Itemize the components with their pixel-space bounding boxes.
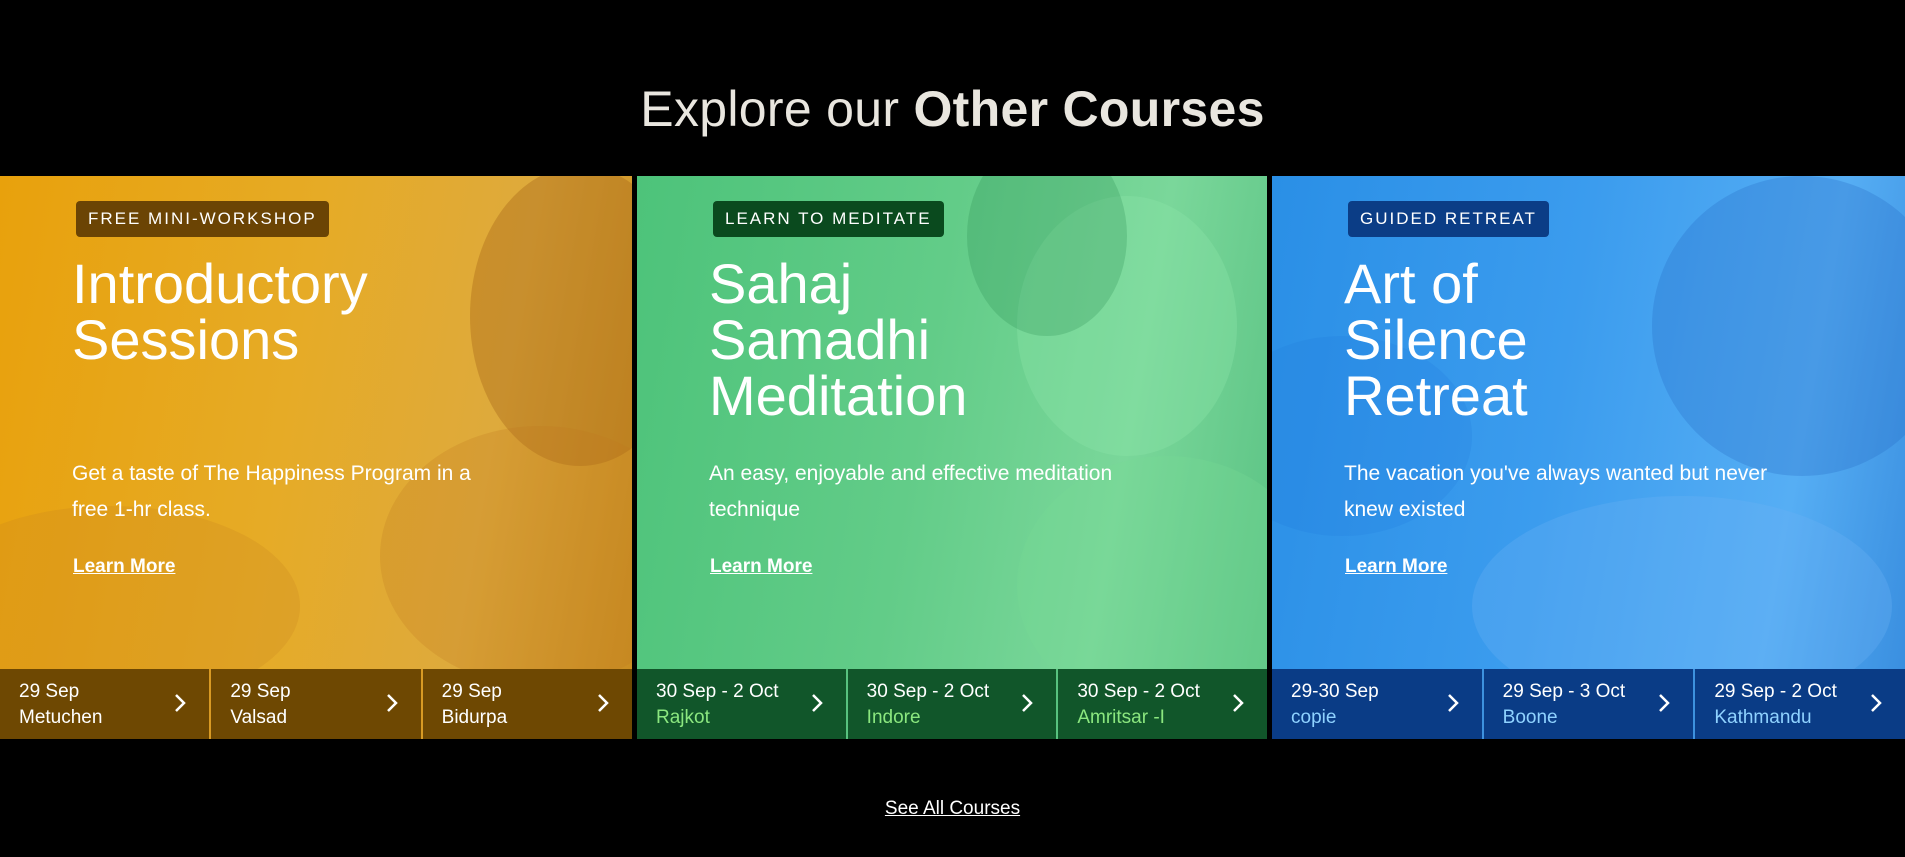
chevron-right-icon (175, 694, 187, 712)
upcoming-dates: 30 Sep - 2 Oct Rajkot 30 Sep - 2 Oct Ind… (637, 669, 1267, 739)
learn-more-link[interactable]: Learn More (710, 556, 812, 578)
heading-bold: Other Courses (913, 81, 1265, 137)
date-item[interactable]: 29 Sep - 2 Oct Kathmandu (1693, 669, 1905, 739)
course-description: The vacation you've always wanted but ne… (1344, 462, 1768, 521)
chevron-right-icon (1447, 694, 1459, 712)
course-description: An easy, enjoyable and effective meditat… (709, 462, 1113, 521)
learn-more-link[interactable]: Learn More (1345, 556, 1447, 578)
course-card-art-of-silence: GUIDED RETREAT Art of Silence Retreat Th… (1272, 176, 1905, 739)
chevron-right-icon (1871, 694, 1882, 712)
chevron-right-icon (386, 694, 398, 712)
course-badge: GUIDED RETREAT (1348, 201, 1549, 237)
section-heading: Explore our Other Courses (0, 80, 1905, 138)
course-description: Get a taste of The Happiness Program in … (72, 462, 471, 521)
upcoming-dates: 29-30 Sep copie 29 Sep - 3 Oct Boone 29 … (1272, 669, 1905, 739)
card-background-image (0, 176, 632, 706)
date-item[interactable]: 30 Sep - 2 Oct Amritsar -I (1056, 669, 1267, 739)
date-item[interactable]: 29-30 Sep copie (1272, 669, 1482, 739)
course-card-introductory-sessions: FREE MINI-WORKSHOP Introductory Sessions… (0, 176, 632, 739)
date-item[interactable]: 29 Sep - 3 Oct Boone (1481, 669, 1694, 739)
course-title: Introductory Sessions (72, 252, 368, 371)
see-all-courses-link[interactable]: See All Courses (885, 798, 1020, 819)
chevron-right-icon (598, 694, 609, 712)
upcoming-dates: 29 Sep Metuchen 29 Sep Valsad 29 Sep Bid… (0, 669, 632, 739)
chevron-right-icon (1022, 694, 1034, 712)
chevron-right-icon (811, 694, 823, 712)
chevron-right-icon (1659, 694, 1671, 712)
date-item[interactable]: 29 Sep Metuchen (0, 669, 210, 739)
date-item[interactable]: 29 Sep Bidurpa (420, 669, 632, 739)
course-badge: FREE MINI-WORKSHOP (76, 201, 329, 237)
course-title: Art of Silence Retreat (1344, 252, 1528, 427)
date-item[interactable]: 30 Sep - 2 Oct Indore (845, 669, 1057, 739)
see-all-container: See All Courses (0, 798, 1905, 820)
course-card-sahaj-samadhi: LEARN TO MEDITATE Sahaj Samadhi Meditati… (637, 176, 1267, 739)
course-title: Sahaj Samadhi Meditation (709, 252, 968, 427)
date-item[interactable]: 29 Sep Valsad (209, 669, 421, 739)
learn-more-link[interactable]: Learn More (73, 556, 175, 578)
course-cards: FREE MINI-WORKSHOP Introductory Sessions… (0, 176, 1905, 739)
chevron-right-icon (1233, 694, 1244, 712)
date-item[interactable]: 30 Sep - 2 Oct Rajkot (637, 669, 846, 739)
course-badge: LEARN TO MEDITATE (713, 201, 944, 237)
heading-light: Explore our (640, 81, 914, 137)
